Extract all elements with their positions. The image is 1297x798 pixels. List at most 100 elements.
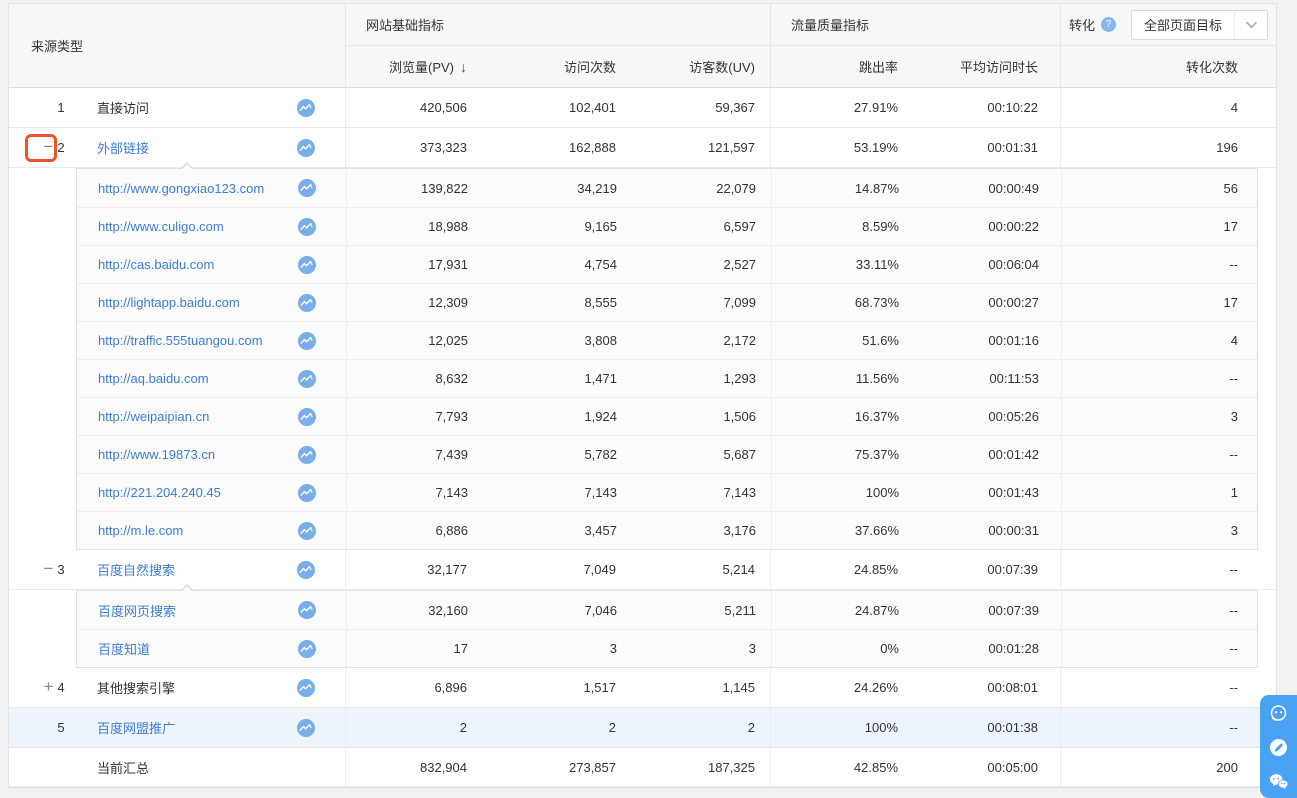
sub-table-row: http://aq.baidu.com8,6321,4711,29311.56%… [77, 359, 1257, 397]
trend-chart-icon[interactable] [298, 640, 316, 658]
source-link[interactable]: 百度知道 [98, 639, 150, 658]
uv-cell: 1,293 [637, 360, 772, 397]
source-link[interactable]: http://www.gongxiao123.com [98, 181, 264, 196]
feedback-pencil-icon[interactable] [1268, 737, 1289, 758]
trend-chart-icon[interactable] [298, 179, 316, 197]
trend-chart-icon[interactable] [297, 679, 315, 697]
pv-cell: 832,904 [346, 748, 481, 786]
trend-chart-icon[interactable] [298, 408, 316, 426]
trend-chart-icon[interactable] [298, 370, 316, 388]
trend-chart-icon[interactable] [297, 99, 315, 117]
trend-chart-icon[interactable] [297, 719, 315, 737]
sub-table-row: http://221.204.240.457,1437,1437,143100%… [77, 473, 1257, 511]
source-link[interactable]: http://aq.baidu.com [98, 371, 209, 386]
pv-cell: 7,439 [347, 436, 482, 473]
visits-cell: 102,401 [481, 88, 636, 127]
source-link[interactable]: 外部链接 [97, 138, 149, 157]
avg-duration-cell: 00:01:42 [907, 436, 1062, 473]
uv-cell: 3,176 [637, 512, 772, 549]
source-link[interactable]: http://www.culigo.com [98, 219, 224, 234]
source-link[interactable]: http://www.19873.cn [98, 447, 215, 462]
help-icon[interactable]: ? [1101, 17, 1116, 32]
bounce-rate-cell: 8.59% [772, 208, 907, 245]
column-header-uv[interactable]: 访客数(UV) [636, 46, 771, 87]
visits-cell: 7,143 [482, 474, 637, 511]
bounce-rate-cell: 100% [771, 708, 906, 747]
customer-service-icon[interactable] [1268, 703, 1289, 724]
trend-chart-icon[interactable] [298, 218, 316, 236]
wechat-icon[interactable] [1268, 771, 1289, 792]
uv-cell: 22,079 [637, 169, 772, 207]
visits-cell: 3 [482, 630, 637, 667]
pv-cell: 17 [347, 630, 482, 667]
visits-cell: 162,888 [481, 128, 636, 167]
sub-table-row: http://www.19873.cn7,4395,7825,68775.37%… [77, 435, 1257, 473]
source-name-cell: http://m.le.com [77, 512, 347, 549]
trend-chart-icon[interactable] [298, 522, 316, 540]
trend-chart-icon[interactable] [298, 446, 316, 464]
source-link[interactable]: http://m.le.com [98, 523, 183, 538]
conversions-cell: 56 [1062, 169, 1257, 207]
source-link[interactable]: 百度网盟推广 [97, 718, 175, 737]
source-name-cell: −2外部链接 [9, 128, 346, 167]
chevron-down-icon[interactable] [1234, 11, 1267, 39]
bounce-rate-cell: 16.37% [772, 398, 907, 435]
table-row: −3百度自然搜索32,1777,0495,21424.85%00:07:39-- [9, 550, 1276, 590]
trend-chart-icon[interactable] [298, 294, 316, 312]
trend-chart-icon[interactable] [297, 139, 315, 157]
trend-chart-icon[interactable] [298, 332, 316, 350]
pv-cell: 373,323 [346, 128, 481, 167]
bounce-rate-cell: 51.6% [772, 322, 907, 359]
conversion-target-select[interactable]: 全部页面目标 [1131, 10, 1268, 40]
visits-cell: 7,046 [482, 591, 637, 629]
pv-cell: 6,896 [346, 668, 481, 707]
source-link[interactable]: http://weipaipian.cn [98, 409, 209, 424]
pv-cell: 12,025 [347, 322, 482, 359]
row-index: 5 [49, 720, 73, 735]
uv-cell: 187,325 [636, 748, 771, 786]
row-index: 3 [49, 562, 73, 577]
source-link[interactable]: 百度自然搜索 [97, 560, 175, 579]
sort-desc-icon[interactable]: ↓ [460, 59, 467, 75]
pv-cell: 2 [346, 708, 481, 747]
source-link[interactable]: 百度网页搜索 [98, 601, 176, 620]
avg-duration-cell: 00:00:22 [907, 208, 1062, 245]
conversions-cell: -- [1062, 436, 1257, 473]
bounce-rate-cell: 24.26% [771, 668, 906, 707]
trend-chart-icon[interactable] [298, 484, 316, 502]
row-index: 2 [49, 140, 73, 155]
pv-cell: 7,793 [347, 398, 482, 435]
avg-duration-cell: 00:01:31 [906, 128, 1061, 167]
bounce-rate-cell: 53.19% [771, 128, 906, 167]
visits-cell: 2 [481, 708, 636, 747]
table-body: 1直接访问420,506102,40159,36727.91%00:10:224… [9, 88, 1276, 787]
bounce-rate-cell: 11.56% [772, 360, 907, 397]
conversions-cell: -- [1061, 668, 1276, 707]
uv-cell: 1,506 [637, 398, 772, 435]
avg-duration-cell: 00:07:39 [907, 591, 1062, 629]
sub-table-row: http://www.culigo.com18,9889,1656,5978.5… [77, 207, 1257, 245]
column-header-conversions[interactable]: 转化次数 [1061, 46, 1276, 87]
column-header-pv[interactable]: 浏览量(PV) ↓ [346, 46, 481, 87]
summary-row: 当前汇总832,904273,857187,32542.85%00:05:002… [9, 747, 1276, 787]
source-link[interactable]: http://cas.baidu.com [98, 257, 214, 272]
source-link[interactable]: http://lightapp.baidu.com [98, 295, 240, 310]
source-link[interactable]: http://traffic.555tuangou.com [98, 333, 263, 348]
visits-cell: 3,808 [482, 322, 637, 359]
column-header-visits[interactable]: 访问次数 [481, 46, 636, 87]
source-label: 直接访问 [97, 98, 149, 117]
uv-cell: 2 [636, 708, 771, 747]
trend-chart-icon[interactable] [298, 256, 316, 274]
uv-cell: 2,172 [637, 322, 772, 359]
source-link[interactable]: http://221.204.240.45 [98, 485, 221, 500]
source-name-cell: 百度知道 [77, 630, 347, 667]
avg-duration-cell: 00:06:04 [907, 246, 1062, 283]
column-header-bounce-rate[interactable]: 跳出率 [771, 46, 906, 87]
visits-cell: 1,517 [481, 668, 636, 707]
trend-chart-icon[interactable] [298, 601, 316, 619]
avg-duration-cell: 00:01:28 [907, 630, 1062, 667]
trend-chart-icon[interactable] [297, 561, 315, 579]
pv-cell: 12,309 [347, 284, 482, 321]
column-header-avg-visit-duration[interactable]: 平均访问时长 [906, 46, 1061, 87]
pv-cell: 18,988 [347, 208, 482, 245]
